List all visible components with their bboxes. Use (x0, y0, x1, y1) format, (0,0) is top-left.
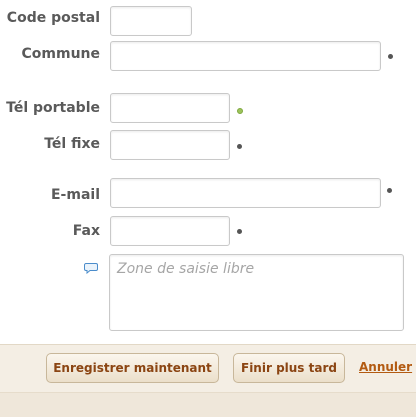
required-dot-icon (237, 229, 242, 234)
footer-bottom-bar (0, 392, 416, 417)
mobile-input[interactable] (110, 93, 230, 123)
speech-bubble-icon (84, 263, 98, 274)
commune-input[interactable] (110, 41, 381, 71)
notes-textarea[interactable] (109, 254, 404, 331)
save-now-button[interactable]: Enregistrer maintenant (46, 353, 219, 383)
required-dot-icon (237, 144, 242, 149)
required-dot-icon (388, 54, 393, 59)
postal-code-input[interactable] (110, 6, 192, 36)
landline-input[interactable] (110, 130, 230, 160)
email-label: E-mail (50, 187, 100, 203)
mobile-label: Tél portable (6, 100, 100, 116)
valid-dot-icon (237, 108, 243, 114)
cancel-link[interactable]: Annuler (359, 360, 412, 374)
postal-code-label: Code postal (6, 10, 100, 26)
fax-label: Fax (72, 223, 100, 239)
email-input[interactable] (110, 178, 381, 208)
landline-label: Tél fixe (44, 136, 100, 152)
required-dot-icon (387, 188, 392, 193)
fax-input[interactable] (110, 216, 230, 246)
commune-label: Commune (21, 46, 101, 62)
finish-later-button[interactable]: Finir plus tard (233, 353, 345, 383)
